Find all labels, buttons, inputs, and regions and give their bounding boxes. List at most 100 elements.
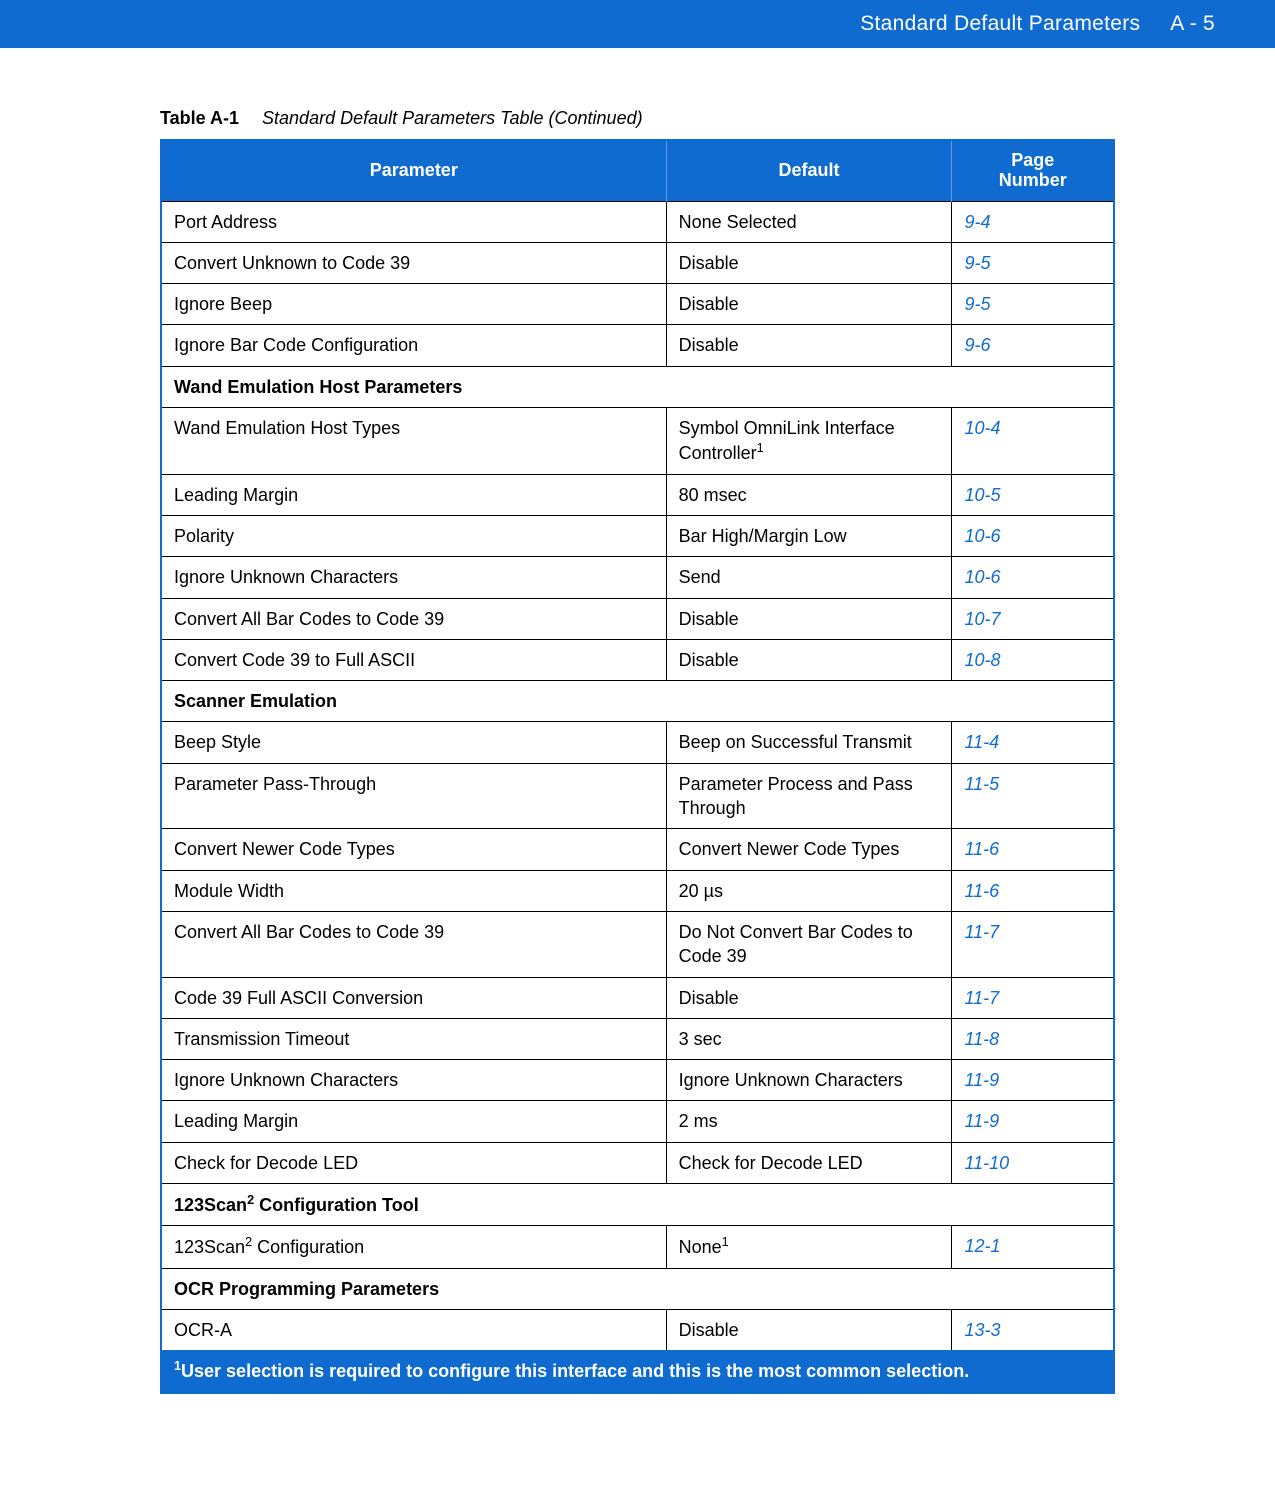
table-row: Code 39 Full ASCII ConversionDisable 11-7 xyxy=(161,977,1114,1018)
table-row: Ignore BeepDisable9-5 xyxy=(161,284,1114,325)
page-cell: 9-5 xyxy=(952,242,1114,283)
page-cell: 9-6 xyxy=(952,325,1114,366)
param-cell: Port Address xyxy=(161,201,666,242)
page-cell: 11-9 xyxy=(952,1101,1114,1142)
param-cell: Convert Newer Code Types xyxy=(161,829,666,870)
default-cell: Disable xyxy=(666,598,952,639)
page-cell: 9-5 xyxy=(952,284,1114,325)
page-cell: 10-5 xyxy=(952,474,1114,515)
section-header-cell: OCR Programming Parameters xyxy=(161,1268,1114,1309)
page-link[interactable]: 11-8 xyxy=(964,1029,999,1049)
page-link[interactable]: 10-4 xyxy=(964,418,1000,438)
page-link[interactable]: 11-7 xyxy=(964,988,999,1008)
page-link[interactable]: 10-8 xyxy=(964,650,1000,670)
page-link[interactable]: 9-5 xyxy=(964,253,990,273)
param-cell: Leading Margin xyxy=(161,1101,666,1142)
page-cell: 11-6 xyxy=(952,870,1114,911)
default-cell: Beep on Successful Transmit xyxy=(666,722,952,763)
table-title: Standard Default Parameters Table (Conti… xyxy=(262,108,643,128)
default-cell: Bar High/Margin Low xyxy=(666,515,952,556)
param-cell: Beep Style xyxy=(161,722,666,763)
default-cell: Do Not Convert Bar Codes to Code 39 xyxy=(666,911,952,977)
page-link[interactable]: 10-6 xyxy=(964,567,1000,587)
param-cell: Check for Decode LED xyxy=(161,1142,666,1183)
footnote-cell: 1User selection is required to configure… xyxy=(161,1350,1114,1392)
param-cell: Convert Unknown to Code 39 xyxy=(161,242,666,283)
table-caption: Table A-1 Standard Default Parameters Ta… xyxy=(160,108,1115,129)
content-area: Table A-1 Standard Default Parameters Ta… xyxy=(0,48,1275,1494)
param-cell: Module Width xyxy=(161,870,666,911)
table-row: Wand Emulation Host Parameters xyxy=(161,366,1114,407)
default-cell: 20 µs xyxy=(666,870,952,911)
default-cell: 3 sec xyxy=(666,1018,952,1059)
page-link[interactable]: 11-5 xyxy=(964,774,999,794)
param-cell: Convert Code 39 to Full ASCII xyxy=(161,639,666,680)
default-cell: Disable xyxy=(666,977,952,1018)
param-cell: Parameter Pass-Through xyxy=(161,763,666,829)
section-header-cell: Wand Emulation Host Parameters xyxy=(161,366,1114,407)
default-cell: 80 msec xyxy=(666,474,952,515)
page-cell: 11-10 xyxy=(952,1142,1114,1183)
page-link[interactable]: 10-7 xyxy=(964,609,1000,629)
col-header-parameter: Parameter xyxy=(161,140,666,201)
table-row: 123Scan2 ConfigurationNone112-1 xyxy=(161,1226,1114,1268)
page-link[interactable]: 9-6 xyxy=(964,335,990,355)
page-link[interactable]: 11-10 xyxy=(964,1153,1009,1173)
parameters-table: Parameter Default Page Number Port Addre… xyxy=(160,139,1115,1394)
default-cell: Disable xyxy=(666,284,952,325)
param-cell: Wand Emulation Host Types xyxy=(161,408,666,475)
page-link[interactable]: 13-3 xyxy=(964,1320,1000,1340)
footnote-row: 1User selection is required to configure… xyxy=(161,1350,1114,1392)
page-link[interactable]: 11-9 xyxy=(964,1070,999,1090)
param-cell: Transmission Timeout xyxy=(161,1018,666,1059)
table-row: Port AddressNone Selected 9-4 xyxy=(161,201,1114,242)
param-cell: 123Scan2 Configuration xyxy=(161,1226,666,1268)
default-cell: Disable xyxy=(666,1309,952,1350)
default-cell: Check for Decode LED xyxy=(666,1142,952,1183)
param-cell: Convert All Bar Codes to Code 39 xyxy=(161,911,666,977)
page-cell: 10-8 xyxy=(952,639,1114,680)
default-cell: Convert Newer Code Types xyxy=(666,829,952,870)
page-link[interactable]: 11-6 xyxy=(964,881,999,901)
default-cell: None Selected xyxy=(666,201,952,242)
table-row: OCR Programming Parameters xyxy=(161,1268,1114,1309)
table-row: 123Scan2 Configuration Tool xyxy=(161,1184,1114,1226)
table-row: Leading Margin2 ms11-9 xyxy=(161,1101,1114,1142)
header-section-title: Standard Default Parameters xyxy=(860,12,1140,36)
table-row: Convert Unknown to Code 39Disable9-5 xyxy=(161,242,1114,283)
table-row: Beep StyleBeep on Successful Transmit 11-… xyxy=(161,722,1114,763)
param-cell: Code 39 Full ASCII Conversion xyxy=(161,977,666,1018)
page-cell: 11-8 xyxy=(952,1018,1114,1059)
default-cell: Symbol OmniLink Interface Controller1 xyxy=(666,408,952,475)
default-cell: Disable xyxy=(666,639,952,680)
col-header-default: Default xyxy=(666,140,952,201)
page-cell: 10-7 xyxy=(952,598,1114,639)
table-row: Convert All Bar Codes to Code 39Disable1… xyxy=(161,598,1114,639)
table-id: Table A-1 xyxy=(160,108,239,128)
page-link[interactable]: 9-4 xyxy=(964,212,990,232)
page-cell: 10-4 xyxy=(952,408,1114,475)
table-row: Convert Code 39 to Full ASCIIDisable 10-8 xyxy=(161,639,1114,680)
page-cell: 9-4 xyxy=(952,201,1114,242)
page-cell: 11-5 xyxy=(952,763,1114,829)
param-cell: Polarity xyxy=(161,515,666,556)
param-cell: Ignore Unknown Characters xyxy=(161,1060,666,1101)
page-link[interactable]: 11-9 xyxy=(964,1111,999,1131)
default-cell: Disable xyxy=(666,325,952,366)
header-page-label: A - 5 xyxy=(1170,12,1215,36)
page-link[interactable]: 10-5 xyxy=(964,485,1000,505)
table-row: Scanner Emulation xyxy=(161,681,1114,722)
default-cell: Send xyxy=(666,557,952,598)
table-row: Wand Emulation Host TypesSymbol OmniLink… xyxy=(161,408,1114,475)
table-row: Convert All Bar Codes to Code 39Do Not C… xyxy=(161,911,1114,977)
param-cell: Ignore Unknown Characters xyxy=(161,557,666,598)
page-link[interactable]: 11-6 xyxy=(964,839,999,859)
page-link[interactable]: 12-1 xyxy=(964,1236,1000,1256)
table-row: Transmission Timeout3 sec 11-8 xyxy=(161,1018,1114,1059)
section-header-cell: Scanner Emulation xyxy=(161,681,1114,722)
table-row: Check for Decode LEDCheck for Decode LED… xyxy=(161,1142,1114,1183)
page-link[interactable]: 11-4 xyxy=(964,732,999,752)
page-link[interactable]: 10-6 xyxy=(964,526,1000,546)
page-link[interactable]: 9-5 xyxy=(964,294,990,314)
page-link[interactable]: 11-7 xyxy=(964,922,999,942)
